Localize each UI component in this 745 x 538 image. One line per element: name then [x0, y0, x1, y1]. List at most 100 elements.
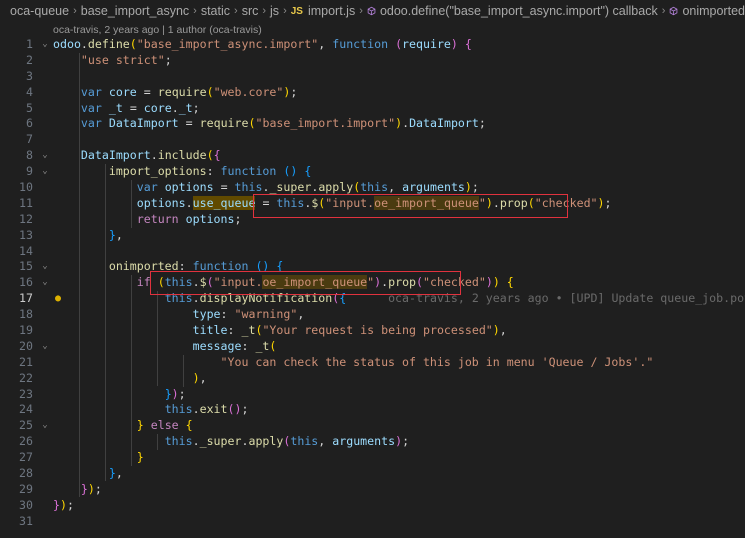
code-line: 29 });	[0, 482, 745, 498]
line-number: 18	[19, 307, 33, 322]
line-number: 8	[26, 148, 33, 163]
code-line: 24 this.exit();	[0, 402, 745, 418]
code-text: import_options: function () {	[108, 164, 312, 179]
code-line: 2 "use strict";	[0, 53, 745, 69]
code-text: },	[108, 466, 123, 481]
fold-chevron-icon[interactable]: ⌄	[40, 259, 50, 275]
code-text: "You can check the status of this job in…	[220, 354, 654, 369]
line-number: 13	[19, 227, 33, 242]
line-number: 31	[19, 513, 33, 528]
code-line: 23 });	[0, 387, 745, 403]
code-line: 5 var _t = core._t;	[0, 101, 745, 117]
line-number: 23	[19, 386, 33, 401]
line-number: 24	[19, 402, 33, 417]
line-number: 27	[19, 450, 33, 465]
breadcrumb-item-file[interactable]: import.js	[308, 4, 355, 18]
code-line: 27 }	[0, 450, 745, 466]
code-text: message: _t(	[192, 338, 277, 353]
line-number: 2	[26, 52, 33, 67]
breadcrumb-item-callback[interactable]: odoo.define("base_import_async.import") …	[380, 4, 658, 18]
chevron-right-icon: ›	[359, 5, 363, 17]
code-text: this._super.apply(this, arguments);	[164, 434, 410, 449]
line-number: 14	[19, 243, 33, 258]
line-number: 20	[19, 338, 33, 353]
code-text: },	[108, 227, 123, 242]
code-line: 4 var core = require("web.core");	[0, 85, 745, 101]
code-text: });	[53, 497, 74, 512]
code-text: } else {	[136, 418, 193, 433]
chevron-right-icon: ›	[73, 5, 77, 17]
fold-chevron-icon[interactable]: ⌄	[40, 148, 50, 164]
code-line: 22 ),	[0, 371, 745, 387]
line-number: 30	[19, 497, 33, 512]
code-line: 21 "You can check the status of this job…	[0, 355, 745, 371]
line-number: 21	[19, 354, 33, 369]
fold-chevron-icon[interactable]: ⌄	[40, 339, 50, 355]
line-number: 10	[19, 180, 33, 195]
line-number: 11	[19, 195, 33, 210]
symbol-method-icon	[367, 6, 376, 16]
code-line: 19 title: _t("Your request is being proc…	[0, 323, 745, 339]
line-number: 6	[26, 116, 33, 131]
javascript-file-icon: JS	[290, 5, 303, 17]
breadcrumb-item-base-import-async[interactable]: base_import_async	[81, 4, 189, 18]
code-line: 3	[0, 69, 745, 85]
code-line: 30});	[0, 498, 745, 514]
code-line: 28 },	[0, 466, 745, 482]
code-line: 14	[0, 244, 745, 260]
chevron-right-icon: ›	[193, 5, 197, 17]
code-text: });	[80, 481, 102, 496]
line-number: 1	[26, 37, 33, 51]
fold-chevron-icon[interactable]: ⌄	[40, 275, 50, 291]
fold-chevron-icon[interactable]: ⌄	[40, 37, 50, 53]
breadcrumb-item-static[interactable]: static	[201, 4, 230, 18]
line-number: 25	[19, 418, 33, 433]
chevron-right-icon: ›	[283, 5, 287, 17]
code-line: 1 ⌄ odoo.define("base_import_async.import"…	[0, 37, 745, 53]
code-line: 25 ⌄ } else {	[0, 418, 745, 434]
line-number: 7	[26, 132, 33, 147]
code-line: 26 this._super.apply(this, arguments);	[0, 434, 745, 450]
code-text: "use strict";	[53, 52, 172, 67]
breadcrumb-item-onimported[interactable]: onimported	[682, 4, 745, 18]
code-text: return options;	[136, 211, 242, 226]
code-line: 18 type: "warning",	[0, 307, 745, 323]
line-number: 29	[19, 481, 33, 496]
breadcrumb-item-js[interactable]: js	[270, 4, 279, 18]
line-number: 16	[19, 275, 33, 290]
code-text: type: "warning",	[192, 307, 305, 322]
codelens-blame-summary[interactable]: oca-travis, 2 years ago | 1 author (oca-…	[53, 24, 262, 36]
code-text: var _t = core._t;	[80, 100, 200, 115]
chevron-right-icon: ›	[661, 5, 666, 17]
line-number: 15	[19, 259, 33, 274]
code-line: 31	[0, 514, 745, 530]
line-number: 26	[19, 434, 33, 449]
breadcrumb: oca-queue › base_import_async › static ›…	[0, 0, 745, 22]
code-text: ),	[192, 370, 207, 385]
line-number: 3	[26, 68, 33, 83]
code-line: 8 ⌄ DataImport.include({	[0, 148, 745, 164]
chevron-right-icon: ›	[262, 5, 267, 17]
breadcrumb-item-oca-queue[interactable]: oca-queue	[10, 4, 69, 18]
code-line: 13 },	[0, 228, 745, 244]
code-text: });	[164, 386, 186, 401]
code-text: var core = require("web.core");	[80, 84, 298, 99]
fold-chevron-icon[interactable]: ⌄	[40, 164, 50, 180]
line-number: 28	[19, 466, 33, 481]
breadcrumb-item-src[interactable]: src	[242, 4, 259, 18]
line-number: 5	[26, 100, 33, 115]
line-number: 12	[19, 211, 33, 226]
code-line: 7	[0, 132, 745, 148]
code-text: odoo.define("base_import_async.import", …	[53, 37, 472, 51]
line-number: 19	[19, 323, 33, 338]
code-text: var DataImport = require("base_import.im…	[80, 116, 486, 131]
code-text: title: _t("Your request is being process…	[192, 323, 507, 338]
code-text: this.exit();	[164, 402, 249, 417]
chevron-right-icon: ›	[234, 5, 238, 17]
code-text: }	[136, 450, 144, 465]
line-number: 22	[19, 370, 33, 385]
fold-chevron-icon[interactable]: ⌄	[40, 418, 50, 434]
line-number: 9	[26, 164, 33, 179]
line-number: 4	[26, 84, 33, 99]
code-line: 9 ⌄ import_options: function () {	[0, 164, 745, 180]
